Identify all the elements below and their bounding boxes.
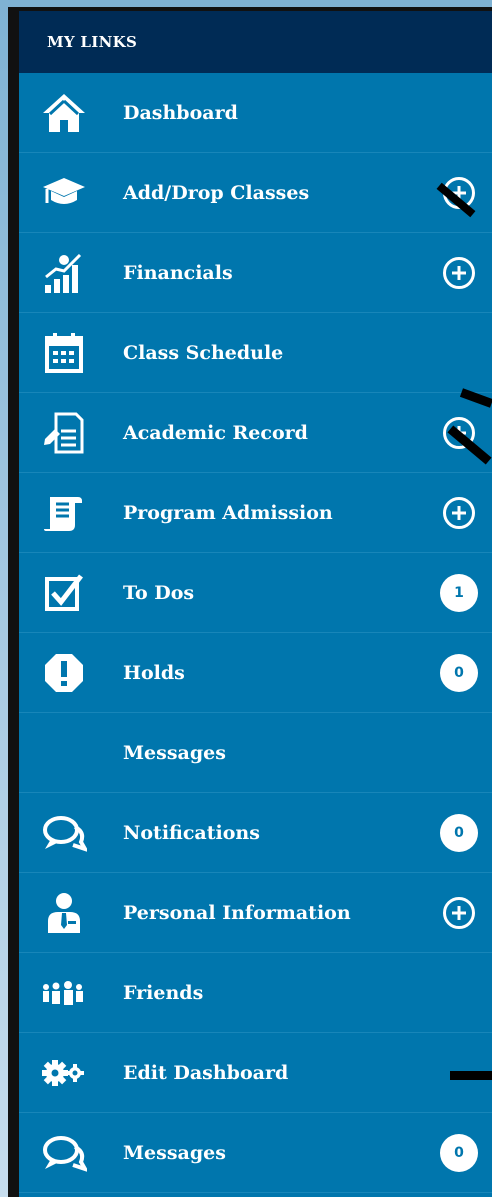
chat-bubbles-icon — [41, 1130, 87, 1176]
checkbox-icon — [41, 570, 87, 616]
graduation-cap-icon — [41, 170, 87, 216]
expand-button[interactable] — [440, 894, 478, 932]
link-label: Academic Record — [123, 421, 308, 444]
plus-circle-icon — [443, 896, 475, 929]
link-friends[interactable]: Friends — [19, 953, 492, 1033]
link-edit-dashboard[interactable]: Edit Dashboard — [19, 1033, 492, 1113]
expand-button[interactable] — [440, 254, 478, 292]
financial-chart-icon — [41, 250, 87, 296]
expand-button[interactable] — [440, 494, 478, 532]
badge-count: 0 — [440, 813, 478, 852]
home-icon — [41, 90, 87, 136]
link-label: Program Admission — [123, 501, 333, 524]
scroll-icon — [41, 490, 87, 536]
link-academic-record[interactable]: Academic Record — [19, 393, 492, 473]
count-badge: 0 — [440, 653, 478, 692]
document-edit-icon — [41, 410, 87, 456]
person-icon — [41, 890, 87, 936]
link-label: To Dos — [123, 581, 195, 604]
my-links-panel: MY LINKS Dashboard Add/Drop Classes Fina… — [19, 11, 492, 1197]
plus-circle-icon — [443, 256, 475, 289]
plus-circle-icon — [443, 496, 475, 529]
link-messages-2[interactable]: Messages 0 — [19, 1113, 492, 1193]
link-to-dos[interactable]: To Dos 1 — [19, 553, 492, 633]
gears-icon — [41, 1050, 87, 1096]
badge-count: 0 — [440, 653, 478, 692]
link-label: Notifications — [123, 821, 260, 844]
count-badge: 0 — [440, 1133, 478, 1172]
my-links-header: MY LINKS — [19, 11, 492, 73]
link-label: Edit Dashboard — [123, 1061, 289, 1084]
link-label: Financials — [123, 261, 233, 284]
chat-bubbles-icon — [41, 810, 87, 856]
link-notifications[interactable]: Notifications 0 — [19, 793, 492, 873]
link-class-schedule[interactable]: Class Schedule — [19, 313, 492, 393]
link-label: Messages — [123, 741, 226, 764]
link-label: Personal Information — [123, 901, 351, 924]
link-label: Messages — [123, 1141, 226, 1164]
people-group-icon — [41, 970, 87, 1016]
count-badge: 0 — [440, 813, 478, 852]
link-label: Dashboard — [123, 101, 238, 124]
link-holds[interactable]: Holds 0 — [19, 633, 492, 713]
link-label: Add/Drop Classes — [123, 181, 310, 204]
link-program-admission[interactable]: Program Admission — [19, 473, 492, 553]
alert-icon — [41, 650, 87, 696]
badge-count: 0 — [440, 1133, 478, 1172]
link-financials[interactable]: Financials — [19, 233, 492, 313]
link-personal-information[interactable]: Personal Information — [19, 873, 492, 953]
count-badge: 1 — [440, 573, 478, 612]
badge-count: 1 — [440, 573, 478, 612]
link-messages[interactable]: Messages — [19, 713, 492, 793]
link-dashboard[interactable]: Dashboard — [19, 73, 492, 153]
annotation-mark — [450, 1071, 492, 1080]
my-links-title: MY LINKS — [47, 33, 138, 51]
link-label: Class Schedule — [123, 341, 284, 364]
link-label: Holds — [123, 661, 185, 684]
link-add-drop-classes[interactable]: Add/Drop Classes — [19, 153, 492, 233]
link-label: Friends — [123, 981, 204, 1004]
calendar-icon — [41, 330, 87, 376]
